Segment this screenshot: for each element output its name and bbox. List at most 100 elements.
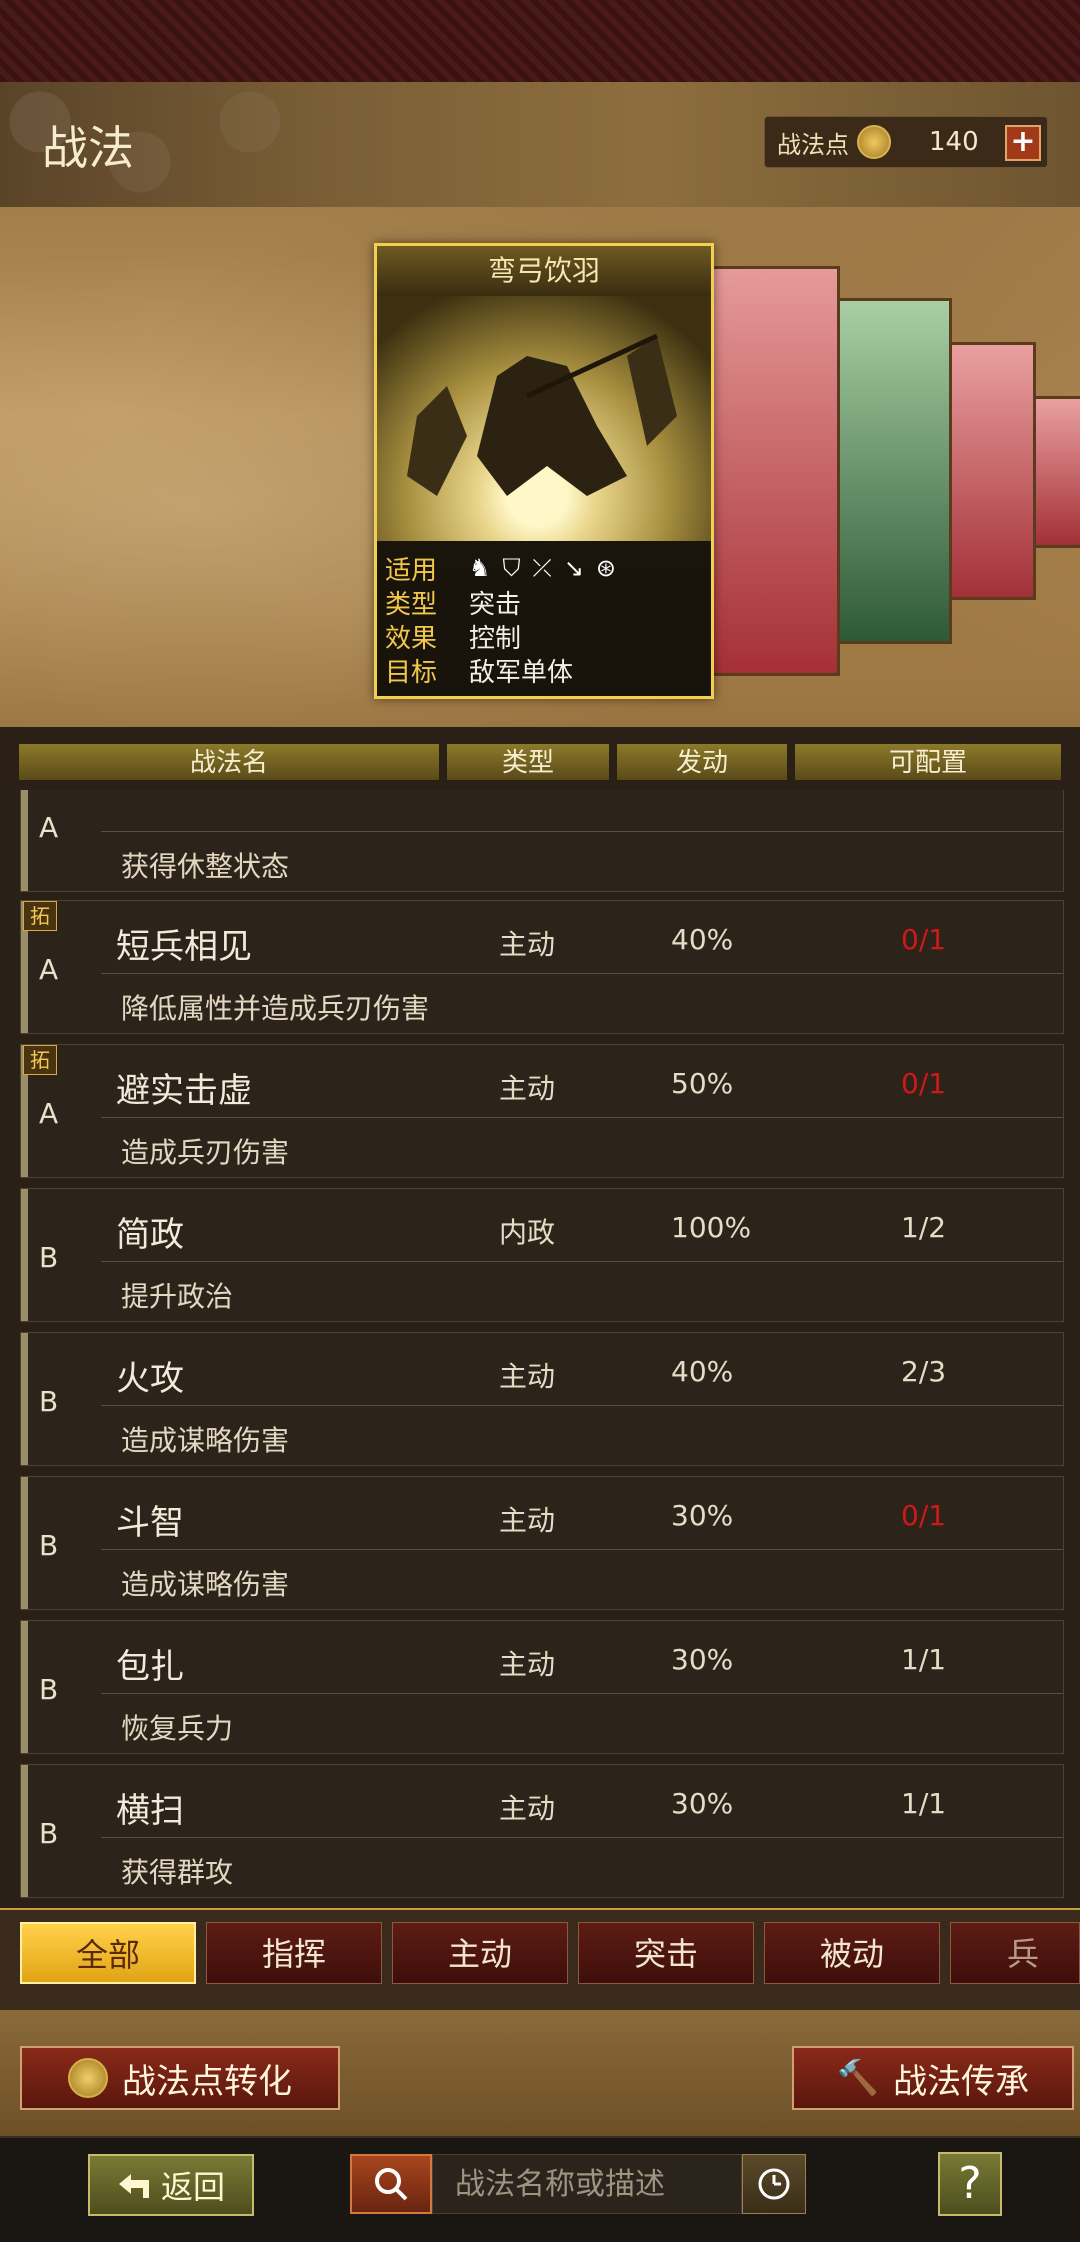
info-row-applicable: 适用 ♞ ⛉ ⤫ ↘ ⊛ bbox=[385, 551, 703, 586]
column-header-name[interactable]: 战法名 bbox=[18, 743, 440, 781]
search-input[interactable] bbox=[432, 2154, 742, 2214]
tactic-name: 简政 bbox=[116, 1215, 184, 1255]
tactic-configurable: 2/3 bbox=[901, 1355, 947, 1388]
coin-icon bbox=[857, 125, 891, 159]
tactic-activation: 30% bbox=[671, 1787, 734, 1820]
row-separator bbox=[101, 1261, 1063, 1262]
table-row[interactable]: 拓 A 短兵相见 主动 40% 0/1 降低属性并造成兵刃伤害 bbox=[20, 900, 1064, 1034]
row-separator bbox=[101, 1117, 1063, 1118]
tactic-type: 主动 bbox=[499, 928, 556, 961]
inherit-tactic-button[interactable]: 🔨 战法传承 bbox=[792, 2046, 1074, 2110]
tactic-configurable: 0/1 bbox=[901, 923, 947, 956]
carousel-card[interactable] bbox=[836, 298, 952, 644]
row-grade-bar bbox=[21, 1765, 28, 1897]
tactic-name: 短兵相见 bbox=[116, 927, 252, 967]
table-row[interactable]: A 获得休整状态 bbox=[20, 790, 1064, 892]
grade-label: B bbox=[39, 1817, 59, 1850]
tactic-description: 获得群攻 bbox=[121, 1856, 234, 1889]
tactic-activation: 30% bbox=[671, 1643, 734, 1676]
table-row[interactable]: B 横扫 主动 30% 1/1 获得群攻 bbox=[20, 1764, 1064, 1898]
info-value: 敌军单体 bbox=[469, 657, 574, 688]
tactic-activation: 100% bbox=[671, 1211, 752, 1244]
warrior-silhouette bbox=[407, 333, 677, 496]
tactics-list[interactable]: A 获得休整状态 拓 A 短兵相见 主动 40% 0/1 降低属性并造成兵刃伤害… bbox=[0, 790, 1080, 1898]
shield-icon: ⛉ bbox=[502, 554, 521, 582]
row-grade-bar bbox=[21, 1621, 28, 1753]
bottom-bar: 返回 ? bbox=[0, 2136, 1080, 2242]
info-key: 效果 bbox=[385, 623, 438, 654]
tactic-points-box: 战法点 140 + bbox=[764, 116, 1048, 168]
card-info-panel: 适用 ♞ ⛉ ⤫ ↘ ⊛ 类型 突击 效果 控制 目标 敌军单体 bbox=[377, 541, 711, 696]
featured-tactic-card[interactable]: 弯弓饮羽 适用 ♞ ⛉ ⤫ ↘ ⊛ 类型 突击 效果 控制 目标 敌军单体 bbox=[374, 243, 714, 699]
row-separator bbox=[101, 831, 1063, 832]
convert-points-label: 战法点转化 bbox=[122, 2061, 292, 2102]
convert-points-button[interactable]: 战法点转化 bbox=[20, 2046, 340, 2110]
grade-label: A bbox=[39, 1097, 59, 1130]
spear-icon: ↘ bbox=[563, 554, 584, 582]
search-icon bbox=[375, 2168, 408, 2201]
history-button[interactable] bbox=[742, 2154, 806, 2214]
tab-command[interactable]: 指挥 bbox=[206, 1922, 382, 1984]
tactic-description: 造成兵刃伤害 bbox=[121, 1136, 290, 1169]
carousel-card[interactable] bbox=[944, 342, 1036, 600]
back-button[interactable]: 返回 bbox=[88, 2154, 254, 2216]
table-row[interactable]: B 火攻 主动 40% 2/3 造成谋略伤害 bbox=[20, 1332, 1064, 1466]
tactic-configurable: 1/1 bbox=[901, 1643, 947, 1676]
tactic-name: 斗智 bbox=[116, 1503, 184, 1543]
tactic-configurable: 0/1 bbox=[901, 1499, 947, 1532]
carousel-card[interactable] bbox=[708, 266, 840, 676]
info-value: 突击 bbox=[469, 589, 522, 620]
tab-passive[interactable]: 被动 bbox=[764, 1922, 940, 1984]
row-separator bbox=[101, 1549, 1063, 1550]
table-row[interactable]: B 包扎 主动 30% 1/1 恢复兵力 bbox=[20, 1620, 1064, 1754]
tactic-description: 恢复兵力 bbox=[121, 1712, 234, 1745]
info-row-effect: 效果 控制 bbox=[385, 619, 703, 654]
column-header-configurable[interactable]: 可配置 bbox=[794, 743, 1062, 781]
tactic-description: 造成谋略伤害 bbox=[121, 1424, 290, 1457]
search-button[interactable] bbox=[350, 2154, 432, 2214]
table-row[interactable]: 拓 A 避实击虚 主动 50% 0/1 造成兵刃伤害 bbox=[20, 1044, 1064, 1178]
tactic-name: 横扫 bbox=[116, 1791, 184, 1831]
coin-icon bbox=[68, 2058, 108, 2098]
tactic-type: 主动 bbox=[499, 1792, 556, 1825]
tactic-configurable: 1/2 bbox=[901, 1211, 947, 1244]
info-key: 目标 bbox=[385, 657, 438, 688]
row-separator bbox=[101, 1837, 1063, 1838]
tab-assault[interactable]: 突击 bbox=[578, 1922, 754, 1984]
tactic-activation: 40% bbox=[671, 923, 734, 956]
inherit-tactic-label: 战法传承 bbox=[893, 2061, 1030, 2102]
grade-label: B bbox=[39, 1385, 59, 1418]
action-area: 战法点转化 🔨 战法传承 bbox=[0, 2010, 1080, 2136]
tactic-description: 提升政治 bbox=[121, 1280, 234, 1313]
column-header-type[interactable]: 类型 bbox=[446, 743, 610, 781]
tactic-name: 火攻 bbox=[116, 1359, 184, 1399]
tactic-description: 降低属性并造成兵刃伤害 bbox=[121, 992, 430, 1025]
tab-troop[interactable]: 兵 bbox=[950, 1922, 1080, 1984]
info-row-target: 目标 敌军单体 bbox=[385, 653, 703, 688]
tab-all[interactable]: 全部 bbox=[20, 1922, 196, 1984]
carousel-card[interactable] bbox=[1030, 396, 1080, 548]
tactic-activation: 30% bbox=[671, 1499, 734, 1532]
card-artwork bbox=[377, 296, 711, 541]
tactic-name: 避实击虚 bbox=[116, 1071, 252, 1111]
column-header-activation[interactable]: 发动 bbox=[616, 743, 788, 781]
info-key: 类型 bbox=[385, 589, 438, 620]
tactic-type: 主动 bbox=[499, 1648, 556, 1681]
grade-label: B bbox=[39, 1673, 59, 1706]
tab-active[interactable]: 主动 bbox=[392, 1922, 568, 1984]
tactic-description: 造成谋略伤害 bbox=[121, 1568, 290, 1601]
table-header: 战法名 类型 发动 可配置 bbox=[0, 743, 1080, 781]
tactic-type: 主动 bbox=[499, 1360, 556, 1393]
tactic-type: 主动 bbox=[499, 1504, 556, 1537]
add-points-button[interactable]: + bbox=[1005, 125, 1041, 161]
table-row[interactable]: B 斗智 主动 30% 0/1 造成谋略伤害 bbox=[20, 1476, 1064, 1610]
grade-label: B bbox=[39, 1241, 59, 1274]
tactic-activation: 50% bbox=[671, 1067, 734, 1100]
help-button[interactable]: ? bbox=[938, 2152, 1002, 2216]
bow-icon: ⤫ bbox=[532, 554, 552, 582]
grade-label: A bbox=[39, 953, 59, 986]
tactic-configurable: 0/1 bbox=[901, 1067, 947, 1100]
row-grade-bar bbox=[21, 1189, 28, 1321]
clock-icon bbox=[758, 2168, 790, 2200]
table-row[interactable]: B 简政 内政 100% 1/2 提升政治 bbox=[20, 1188, 1064, 1322]
